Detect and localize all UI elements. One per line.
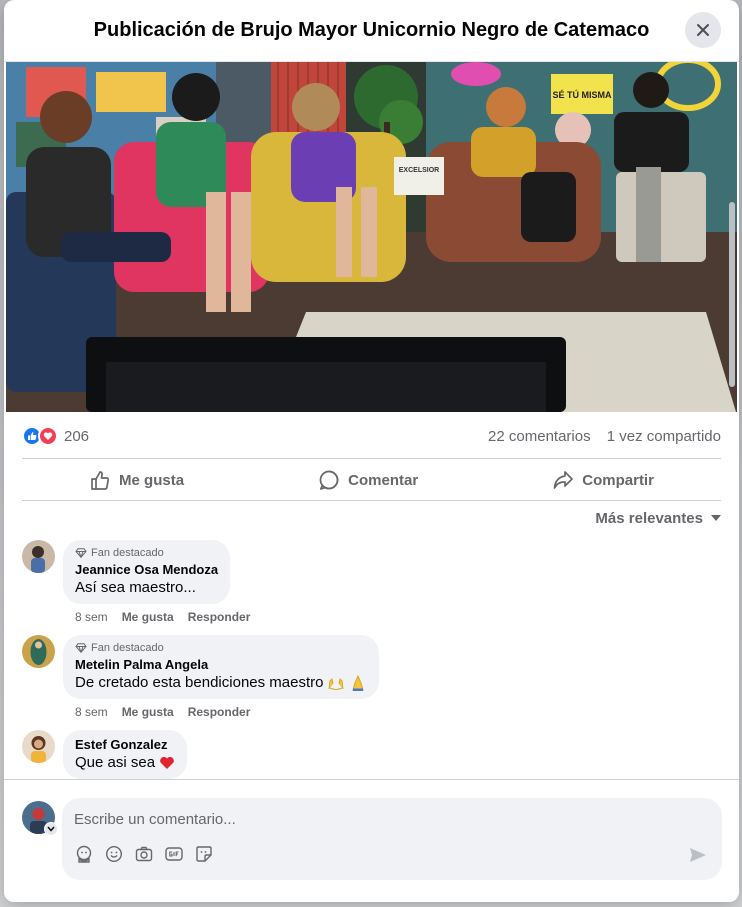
- dialog-header: Publicación de Brujo Mayor Unicornio Neg…: [4, 0, 739, 62]
- sticker-icon: [195, 845, 212, 862]
- comment-author[interactable]: Estef Gonzalez: [75, 737, 175, 752]
- comment-bubble: Fan destacado Metelin Palma Angela De cr…: [63, 635, 380, 699]
- comment-item: Estef Gonzalez Que asi sea: [22, 730, 188, 779]
- studio-sign-text: SÉ TÚ MISMA: [552, 89, 612, 100]
- comment-time[interactable]: 8 sem: [75, 705, 108, 719]
- comment-author[interactable]: Metelin Palma Angela: [75, 657, 367, 672]
- chevron-down-icon[interactable]: [44, 822, 58, 836]
- post-photo[interactable]: SÉ TÚ MISMA EXCELSIOR: [6, 62, 737, 412]
- comment-like-link[interactable]: Me gusta: [122, 705, 174, 719]
- send-button[interactable]: [688, 845, 708, 865]
- comment-meta: 8 sem Me gusta Responder: [75, 705, 379, 719]
- close-button[interactable]: [685, 12, 721, 48]
- comment-text: De cretado esta bendiciones maestro: [75, 674, 324, 691]
- sort-label: Más relevantes: [595, 509, 703, 527]
- reactions-summary[interactable]: 206: [22, 426, 89, 446]
- reaction-count: 206: [64, 427, 90, 445]
- scrollbar[interactable]: [729, 202, 735, 387]
- engagement-counts: 22 comentarios 1 vez compartido: [476, 428, 721, 445]
- comment-reply-link[interactable]: Responder: [188, 705, 251, 719]
- raised-hands-emoji-icon: [328, 677, 344, 690]
- camera-icon: [135, 846, 152, 861]
- gif-icon: [164, 846, 183, 861]
- comment-input-box: [62, 798, 722, 880]
- send-icon: [690, 848, 706, 862]
- share-arrow-icon: [553, 471, 574, 489]
- emoji-icon: [105, 845, 122, 862]
- newspaper-prop-text: EXCELSIOR: [399, 167, 439, 174]
- comment-time[interactable]: 8 sem: [75, 610, 108, 624]
- shares-count-link[interactable]: 1 vez compartido: [607, 428, 721, 445]
- gif-button[interactable]: [164, 844, 183, 863]
- comment-button-label: Comentar: [348, 471, 419, 489]
- like-button[interactable]: Me gusta: [71, 463, 202, 497]
- like-button-label: Me gusta: [119, 471, 185, 489]
- post-scroll-area[interactable]: SÉ TÚ MISMA EXCELSIOR 206 22 comentarios…: [4, 62, 739, 779]
- comment-item: Fan destacado Jeannice Osa Mendoza Así s…: [22, 540, 250, 624]
- diamond-icon: [75, 643, 87, 653]
- comment-composer: [4, 779, 739, 902]
- comment-button[interactable]: Comentar: [300, 463, 436, 497]
- comment-reply-link[interactable]: Responder: [188, 610, 251, 624]
- fan-badge: Fan destacado: [75, 547, 218, 559]
- praying-hands-emoji-icon: [352, 674, 365, 691]
- avatar[interactable]: [22, 540, 55, 573]
- red-heart-emoji-icon: [160, 756, 174, 769]
- emoji-button[interactable]: [104, 844, 123, 863]
- avatar-sticker-button[interactable]: [74, 844, 93, 863]
- avatar[interactable]: [22, 635, 55, 668]
- share-button-label: Compartir: [582, 471, 654, 489]
- comment-text: Que asi sea: [75, 754, 156, 771]
- fan-badge-label: Fan destacado: [91, 642, 164, 654]
- sticker-button[interactable]: [194, 844, 213, 863]
- composer-toolbar: [74, 844, 213, 863]
- share-button[interactable]: Compartir: [534, 463, 672, 497]
- diamond-icon: [75, 548, 87, 558]
- avatar[interactable]: [22, 730, 55, 763]
- tv-studio-scene: SÉ TÚ MISMA EXCELSIOR: [6, 62, 737, 412]
- post-actions: Me gusta Comentar Compartir: [22, 459, 721, 501]
- close-icon: [697, 24, 709, 36]
- comment-bubble: Estef Gonzalez Que asi sea: [63, 730, 188, 779]
- comment-bubble-icon: [319, 470, 339, 490]
- comment-bubble: Fan destacado Jeannice Osa Mendoza Así s…: [63, 540, 231, 604]
- dialog-title: Publicación de Brujo Mayor Unicornio Neg…: [93, 19, 650, 41]
- camera-button[interactable]: [134, 844, 153, 863]
- comment-text: Así sea maestro...: [75, 579, 196, 596]
- comment-author[interactable]: Jeannice Osa Mendoza: [75, 562, 218, 577]
- fan-badge-label: Fan destacado: [91, 547, 164, 559]
- comment-sort-dropdown[interactable]: Más relevantes: [595, 506, 721, 530]
- post-dialog: Publicación de Brujo Mayor Unicornio Neg…: [4, 0, 739, 902]
- caret-down-icon: [711, 515, 721, 521]
- post-stats: 206 22 comentarios 1 vez compartido: [22, 422, 721, 450]
- comment-item: Fan destacado Metelin Palma Angela De cr…: [22, 635, 380, 719]
- fan-badge: Fan destacado: [75, 642, 367, 654]
- divider: [22, 500, 721, 501]
- comment-like-link[interactable]: Me gusta: [122, 610, 174, 624]
- love-reaction-icon: [38, 426, 58, 446]
- comment-meta: 8 sem Me gusta Responder: [75, 610, 250, 624]
- comments-count-link[interactable]: 22 comentarios: [488, 428, 591, 445]
- thumbs-up-icon: [91, 471, 110, 490]
- comment-input[interactable]: [74, 807, 674, 831]
- avatar-sticker-icon: [76, 845, 91, 863]
